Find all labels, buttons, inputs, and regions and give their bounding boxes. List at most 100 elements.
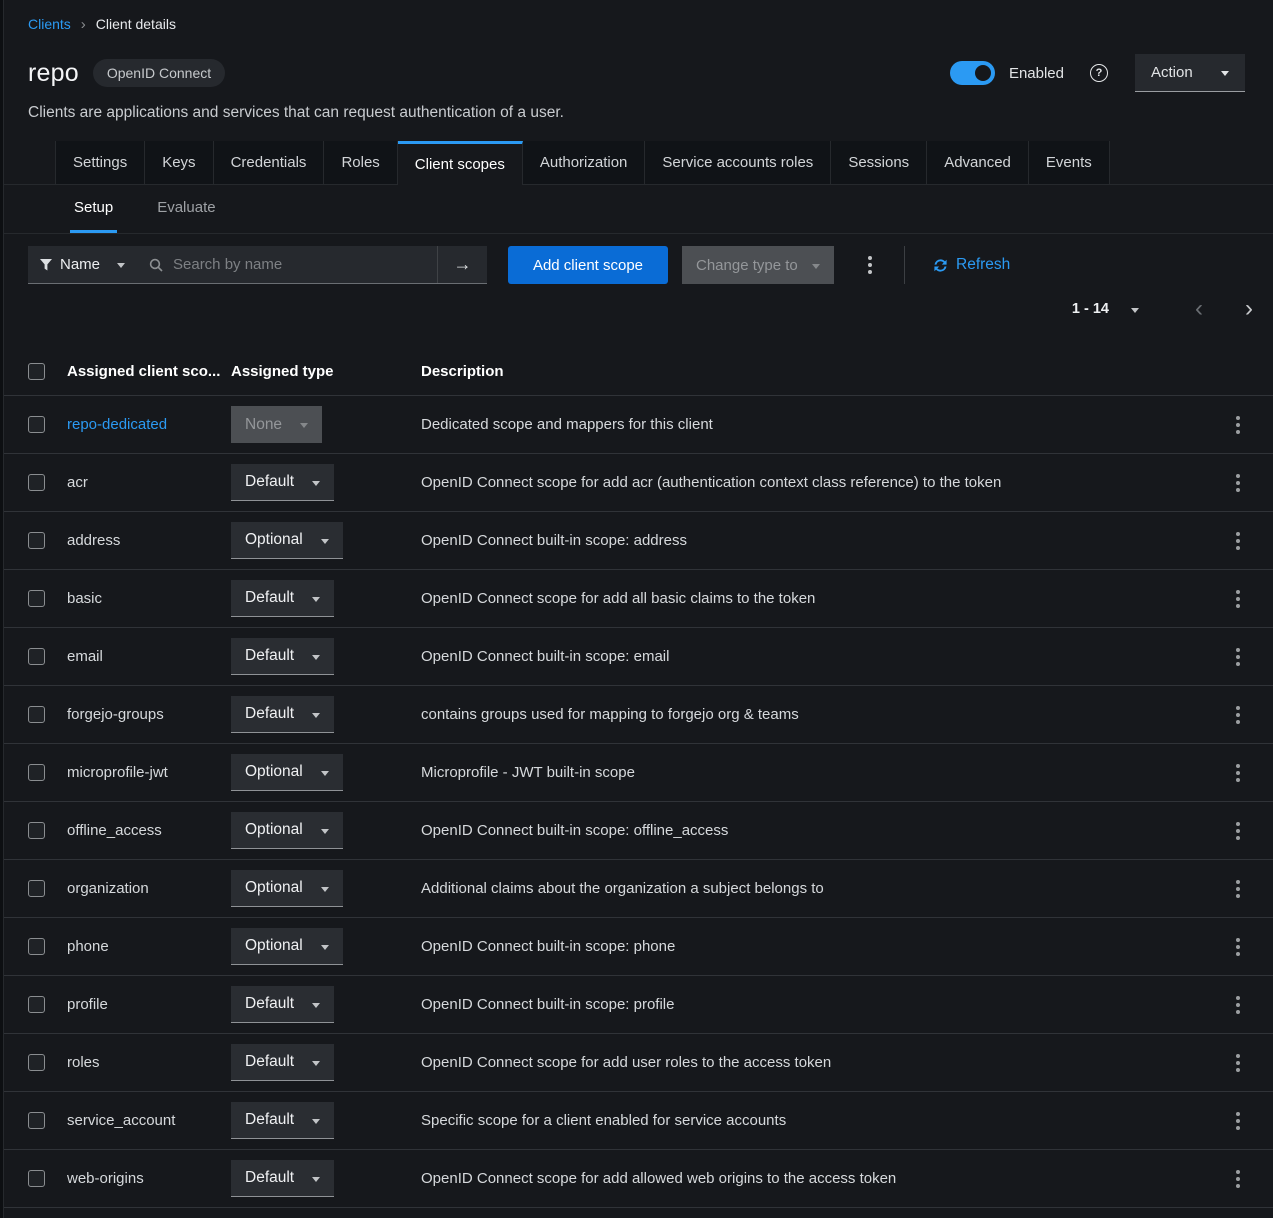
tab-credentials[interactable]: Credentials xyxy=(214,141,325,184)
row-checkbox[interactable] xyxy=(28,532,45,549)
pagination-prev-button[interactable]: ‹ xyxy=(1187,297,1211,321)
assigned-type-dropdown[interactable]: Optional xyxy=(231,870,343,907)
column-assigned-client-scope[interactable]: Assigned client sco... xyxy=(67,363,231,380)
kebab-icon xyxy=(1236,822,1240,826)
scope-name-link: phone xyxy=(67,938,109,955)
row-checkbox[interactable] xyxy=(28,880,45,897)
assigned-type-dropdown[interactable]: Optional xyxy=(231,812,343,849)
enabled-toggle[interactable] xyxy=(950,61,995,85)
scope-name-link: acr xyxy=(67,474,88,491)
row-checkbox[interactable] xyxy=(28,938,45,955)
tab-service-accounts-roles[interactable]: Service accounts roles xyxy=(645,141,831,184)
tab-settings[interactable]: Settings xyxy=(55,141,145,184)
row-kebab-button[interactable] xyxy=(1230,584,1246,614)
table-row: emailDefaultOpenID Connect built-in scop… xyxy=(0,628,1273,686)
row-checkbox[interactable] xyxy=(28,1054,45,1071)
action-dropdown[interactable]: Action xyxy=(1135,54,1245,92)
scope-name-link[interactable]: repo-dedicated xyxy=(67,416,167,433)
assigned-type-dropdown[interactable]: Default xyxy=(231,986,334,1023)
tab-events[interactable]: Events xyxy=(1029,141,1110,184)
kebab-icon xyxy=(1236,1170,1240,1174)
kebab-icon xyxy=(1236,1003,1240,1007)
assigned-type-dropdown[interactable]: Default xyxy=(231,1044,334,1081)
kebab-icon xyxy=(1236,1061,1240,1065)
assigned-type-dropdown: None xyxy=(231,406,322,443)
refresh-link[interactable]: Refresh xyxy=(933,256,1010,274)
tab-authorization[interactable]: Authorization xyxy=(523,141,646,184)
assigned-type-dropdown[interactable]: Default xyxy=(231,580,334,617)
change-type-dropdown[interactable]: Change type to xyxy=(682,246,834,284)
row-checkbox[interactable] xyxy=(28,996,45,1013)
kebab-icon xyxy=(1236,945,1240,949)
tab-sessions[interactable]: Sessions xyxy=(831,141,927,184)
row-checkbox[interactable] xyxy=(28,416,45,433)
assigned-type-dropdown[interactable]: Default xyxy=(231,1102,334,1139)
add-client-scope-button[interactable]: Add client scope xyxy=(508,246,668,284)
row-checkbox[interactable] xyxy=(28,764,45,781)
chevron-down-icon xyxy=(321,771,329,780)
scope-description: OpenID Connect built-in scope: phone xyxy=(421,938,1203,955)
row-kebab-button[interactable] xyxy=(1230,816,1246,846)
assigned-type-value: Optional xyxy=(245,821,303,839)
subtab-setup[interactable]: Setup xyxy=(70,185,117,233)
row-kebab-button[interactable] xyxy=(1230,874,1246,904)
row-kebab-button[interactable] xyxy=(1230,410,1246,440)
scope-description: OpenID Connect scope for add acr (authen… xyxy=(421,474,1203,491)
table-body: repo-dedicatedNoneDedicated scope and ma… xyxy=(0,396,1273,1208)
assigned-type-dropdown[interactable]: Default xyxy=(231,464,334,501)
scope-name-link: organization xyxy=(67,880,149,897)
filter-name-dropdown[interactable]: Name xyxy=(28,246,137,284)
kebab-icon xyxy=(1236,1177,1240,1181)
table-row: acr Default OpenID Connect scope for add a… xyxy=(0,454,1273,512)
assigned-type-dropdown[interactable]: Optional xyxy=(231,522,343,559)
select-all-checkbox[interactable] xyxy=(28,363,45,380)
search-submit-button[interactable]: → xyxy=(437,246,487,283)
scope-description: Specific scope for a client enabled for … xyxy=(421,1112,1203,1129)
row-kebab-button[interactable] xyxy=(1230,700,1246,730)
column-description: Description xyxy=(421,363,1203,380)
filter-funnel-icon xyxy=(40,259,52,271)
toolbar-kebab-button[interactable] xyxy=(862,250,878,280)
tab-advanced[interactable]: Advanced xyxy=(927,141,1029,184)
table-row: addressOptionalOpenID Connect built-in s… xyxy=(0,512,1273,570)
row-checkbox[interactable] xyxy=(28,474,45,491)
row-checkbox[interactable] xyxy=(28,648,45,665)
kebab-icon xyxy=(1236,952,1240,956)
scope-name-link: email xyxy=(67,648,103,665)
tab-client-scopes[interactable]: Client scopes xyxy=(398,141,523,185)
row-checkbox[interactable] xyxy=(28,1170,45,1187)
row-kebab-button[interactable] xyxy=(1230,1106,1246,1136)
assigned-type-value: Default xyxy=(245,1169,294,1187)
row-kebab-button[interactable] xyxy=(1230,990,1246,1020)
row-kebab-button[interactable] xyxy=(1230,526,1246,556)
assigned-type-dropdown[interactable]: Default xyxy=(231,1160,334,1197)
search-input[interactable] xyxy=(163,246,437,283)
row-checkbox[interactable] xyxy=(28,1112,45,1129)
page-description: Clients are applications and services th… xyxy=(28,104,1245,122)
help-icon[interactable]: ? xyxy=(1090,64,1108,82)
row-checkbox[interactable] xyxy=(28,706,45,723)
breadcrumb-clients-link[interactable]: Clients xyxy=(28,16,71,32)
row-checkbox[interactable] xyxy=(28,822,45,839)
row-kebab-button[interactable] xyxy=(1230,1164,1246,1194)
row-checkbox[interactable] xyxy=(28,590,45,607)
assigned-type-dropdown[interactable]: Optional xyxy=(231,754,343,791)
chevron-down-icon xyxy=(1221,71,1229,80)
pagination-next-button[interactable]: › xyxy=(1237,297,1261,321)
row-kebab-button[interactable] xyxy=(1230,758,1246,788)
assigned-type-value: Default xyxy=(245,705,294,723)
pagination-options-toggle[interactable] xyxy=(1131,308,1139,317)
assigned-type-dropdown[interactable]: Default xyxy=(231,696,334,733)
row-kebab-button[interactable] xyxy=(1230,468,1246,498)
row-kebab-button[interactable] xyxy=(1230,642,1246,672)
breadcrumb-chevron-icon: › xyxy=(81,17,86,32)
scope-name-link: roles xyxy=(67,1054,100,1071)
tab-roles[interactable]: Roles xyxy=(324,141,397,184)
assigned-type-dropdown[interactable]: Default xyxy=(231,638,334,675)
assigned-type-dropdown[interactable]: Optional xyxy=(231,928,343,965)
row-kebab-button[interactable] xyxy=(1230,932,1246,962)
tab-keys[interactable]: Keys xyxy=(145,141,213,184)
row-kebab-button[interactable] xyxy=(1230,1048,1246,1078)
subtab-evaluate[interactable]: Evaluate xyxy=(153,185,219,233)
scope-name-link: web-origins xyxy=(67,1170,144,1187)
